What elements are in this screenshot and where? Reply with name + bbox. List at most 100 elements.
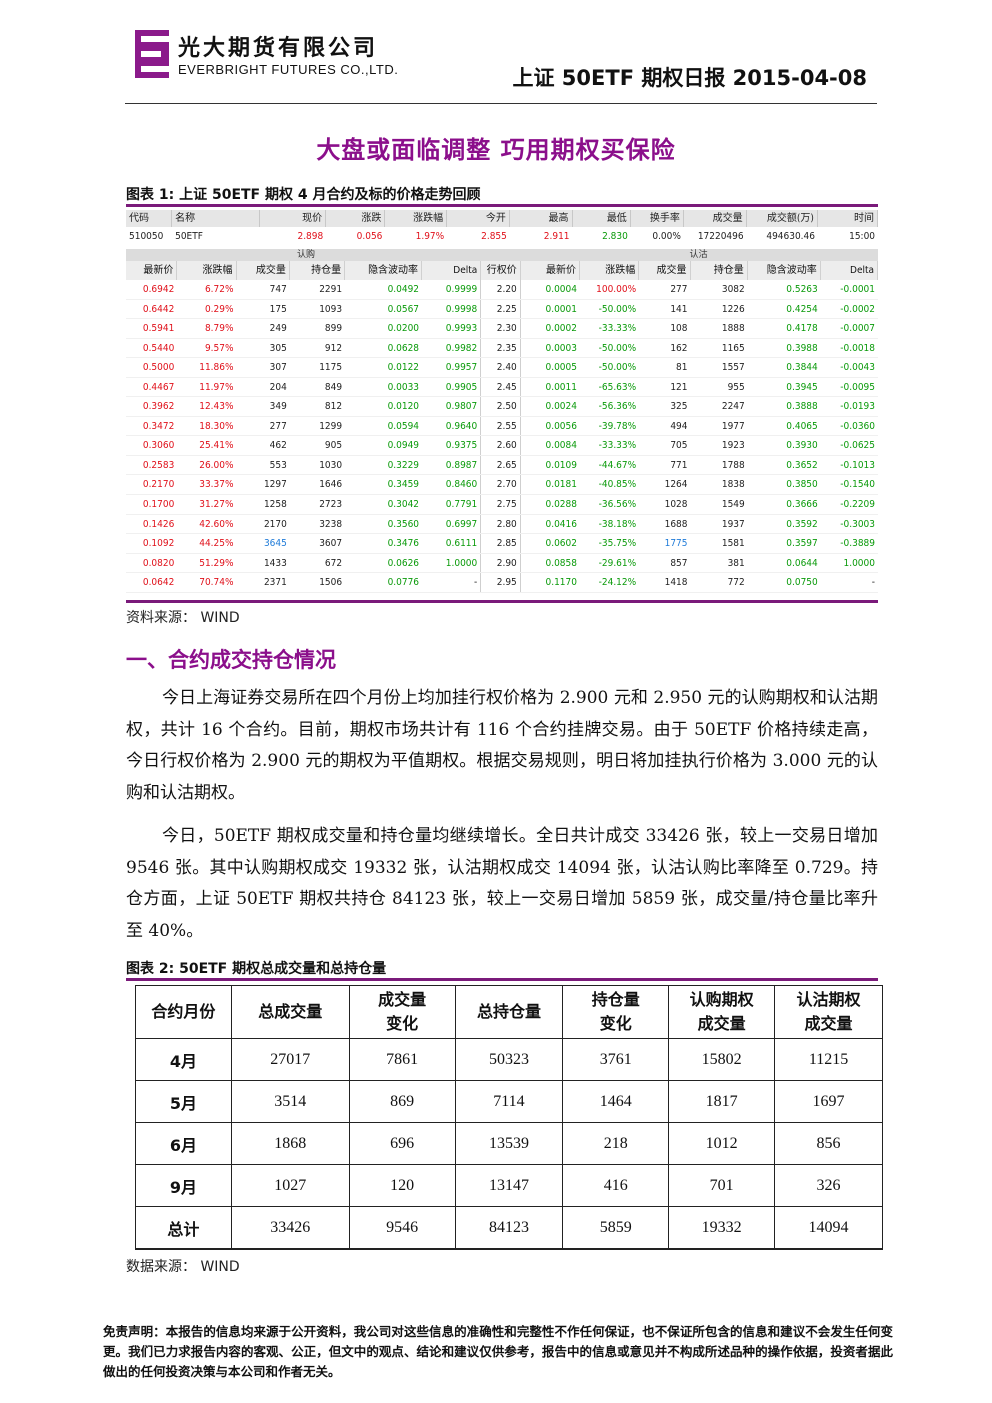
put-cell: -0.3889 bbox=[840, 538, 875, 550]
call-cell: 0.5440 bbox=[142, 342, 175, 354]
underlying-value-cell: 0.00% bbox=[652, 231, 681, 242]
call-cell: 0.3472 bbox=[142, 420, 175, 432]
put-cell: 100.00% bbox=[596, 284, 637, 295]
call-cell: 18.30% bbox=[199, 420, 234, 432]
underlying-header-cell: 换手率 bbox=[631, 210, 684, 227]
call-cell: 277 bbox=[269, 420, 287, 432]
summary-header-line: 变化 bbox=[386, 1014, 419, 1033]
put-cell: 277 bbox=[670, 284, 688, 295]
figure2-title: 图表 2: 50ETF 期权总成交量和总持仓量 bbox=[126, 961, 387, 977]
summary-header-row: 合约月份 总成交量 成交量 变化 总持仓量 持仓量 变化 认购期权 成交量 认沽期权 成交量 bbox=[135, 985, 883, 1039]
put-cell: 0.3930 bbox=[786, 440, 818, 452]
call-cell: 0.5000 bbox=[142, 362, 175, 374]
call-cell: 175 bbox=[269, 303, 287, 315]
underlying-value-cell: 510050 bbox=[129, 231, 164, 242]
put-cell: 0.3988 bbox=[786, 342, 818, 354]
call-cell: 1299 bbox=[319, 420, 343, 432]
put-cell: 1977 bbox=[721, 420, 745, 432]
put-cell: 0.0004 bbox=[545, 284, 577, 295]
option-row: 0.6942 6.72% 747 2291 0.0492 0.9999 2.20 0.0004… bbox=[126, 280, 878, 300]
put-cell: 955 bbox=[727, 381, 745, 393]
summary-cell: 326 bbox=[774, 1164, 883, 1207]
call-cell: 0.29% bbox=[204, 303, 234, 315]
option-row: 0.2583 26.00% 553 1030 0.3229 0.8987 2.65 0.010… bbox=[126, 455, 878, 476]
put-cell: 162 bbox=[670, 342, 688, 354]
call-cell: 0.0120 bbox=[387, 401, 420, 413]
call-column-header: 成交量 bbox=[237, 261, 290, 280]
call-cell: 1.0000 bbox=[422, 553, 482, 573]
call-put-band: 认购 认沽 bbox=[126, 249, 878, 261]
call-cell: 305 bbox=[269, 342, 287, 354]
call-cell: 905 bbox=[324, 440, 343, 452]
summary-header-line: 总成交量 bbox=[258, 1002, 323, 1021]
put-cell: -0.0002 bbox=[840, 303, 875, 315]
put-cell: 1557 bbox=[721, 362, 745, 374]
underlying-value-cell: 494630.46 bbox=[766, 231, 815, 242]
call-cell: 2723 bbox=[319, 499, 343, 511]
summary-header-cell: 持仓量 变化 bbox=[562, 985, 670, 1039]
put-cell: 0.0024 bbox=[545, 401, 577, 413]
summary-header-line: 成交量 bbox=[697, 1014, 746, 1033]
paragraph-2: 今日，50ETF 期权成交量和持仓量均继续增长。全日共计成交 33426 张，较… bbox=[126, 826, 878, 941]
put-cell: -29.61% bbox=[598, 557, 637, 569]
call-cell: 0.4467 bbox=[142, 381, 175, 393]
report-title: 上证 50ETF 期权日报 2015-04-08 bbox=[512, 66, 868, 90]
call-cell: 0.0122 bbox=[387, 362, 420, 374]
call-cell: 8.79% bbox=[204, 323, 234, 335]
put-cell: -0.1013 bbox=[840, 459, 875, 471]
option-row: 0.3060 25.41% 462 905 0.0949 0.9375 2.60 0.0084… bbox=[126, 436, 878, 456]
put-cell: 494 bbox=[670, 420, 688, 432]
put-cell: 1.0000 bbox=[843, 557, 875, 569]
underlying-value-cell: 2.855 bbox=[481, 231, 507, 242]
strike-cell: 2.40 bbox=[481, 358, 521, 377]
call-column-header: 持仓量 bbox=[290, 261, 346, 280]
underlying-header-row: 代码 名称 现价 涨跌 涨跌幅 今开 最高 最低 换手率 成交量 成交额(万) 时间 bbox=[126, 210, 878, 227]
summary-cell: 3514 bbox=[230, 1080, 350, 1123]
call-cell: 3645 bbox=[263, 538, 287, 550]
put-cell: -0.1540 bbox=[840, 479, 875, 491]
call-cell: 0.0776 bbox=[387, 577, 420, 589]
summary-cell: 696 bbox=[348, 1122, 456, 1165]
figure1-source: 资料来源： WIND bbox=[126, 610, 240, 626]
underlying-header-cell: 成交额(万) bbox=[747, 210, 818, 227]
put-column-header: 成交量 bbox=[639, 261, 691, 280]
put-cell: 0.3945 bbox=[786, 381, 818, 393]
strike-cell: 2.80 bbox=[481, 514, 521, 534]
put-cell: 1788 bbox=[721, 459, 745, 471]
call-cell: 1433 bbox=[263, 557, 287, 569]
summary-row-label: 6月 bbox=[135, 1122, 232, 1165]
put-cell: 0.3592 bbox=[786, 518, 818, 530]
summary-cell: 7861 bbox=[348, 1038, 456, 1081]
put-cell: -38.18% bbox=[598, 518, 637, 530]
call-cell: 899 bbox=[324, 323, 343, 335]
call-cell: 0.6942 bbox=[142, 284, 175, 295]
put-cell: 1581 bbox=[721, 538, 745, 550]
summary-row-label: 总计 bbox=[135, 1206, 232, 1250]
call-cell: 1030 bbox=[319, 459, 343, 471]
underlying-header-cell: 最高 bbox=[510, 210, 573, 227]
option-row: 0.5941 8.79% 249 899 0.0200 0.9993 2.30 0.0002 -… bbox=[126, 319, 878, 339]
strike-cell: 2.90 bbox=[481, 553, 521, 573]
put-cell: 1226 bbox=[721, 303, 745, 315]
option-row: 0.1092 44.25% 3645 3607 0.3476 0.6111 2.85 0.06… bbox=[126, 534, 878, 554]
figure1-bottom-rule bbox=[126, 600, 878, 603]
summary-cell: 120 bbox=[348, 1164, 456, 1207]
put-cell: -44.67% bbox=[598, 459, 637, 471]
call-cell: 12.43% bbox=[199, 401, 234, 413]
call-cell: 0.9640 bbox=[422, 416, 482, 436]
summary-cell: 1817 bbox=[668, 1080, 776, 1123]
underlying-value-cell: 2.911 bbox=[543, 231, 570, 242]
call-cell: 0.6442 bbox=[142, 303, 175, 315]
strike-cell: 2.65 bbox=[481, 455, 521, 475]
summary-cell: 84123 bbox=[454, 1206, 564, 1250]
figure1-top-rule bbox=[126, 204, 878, 207]
summary-cell: 50323 bbox=[454, 1038, 564, 1081]
call-cell: 0.2583 bbox=[142, 459, 175, 471]
option-row: 0.3472 18.30% 277 1299 0.0594 0.9640 2.55 0.005… bbox=[126, 416, 878, 437]
put-cell: -0.0095 bbox=[840, 381, 875, 393]
strike-cell: 2.20 bbox=[481, 280, 521, 299]
summary-row-label: 5月 bbox=[135, 1080, 232, 1123]
call-cell: 1258 bbox=[263, 499, 287, 511]
put-cell: -0.0193 bbox=[840, 401, 875, 413]
call-cell: 747 bbox=[269, 284, 287, 295]
